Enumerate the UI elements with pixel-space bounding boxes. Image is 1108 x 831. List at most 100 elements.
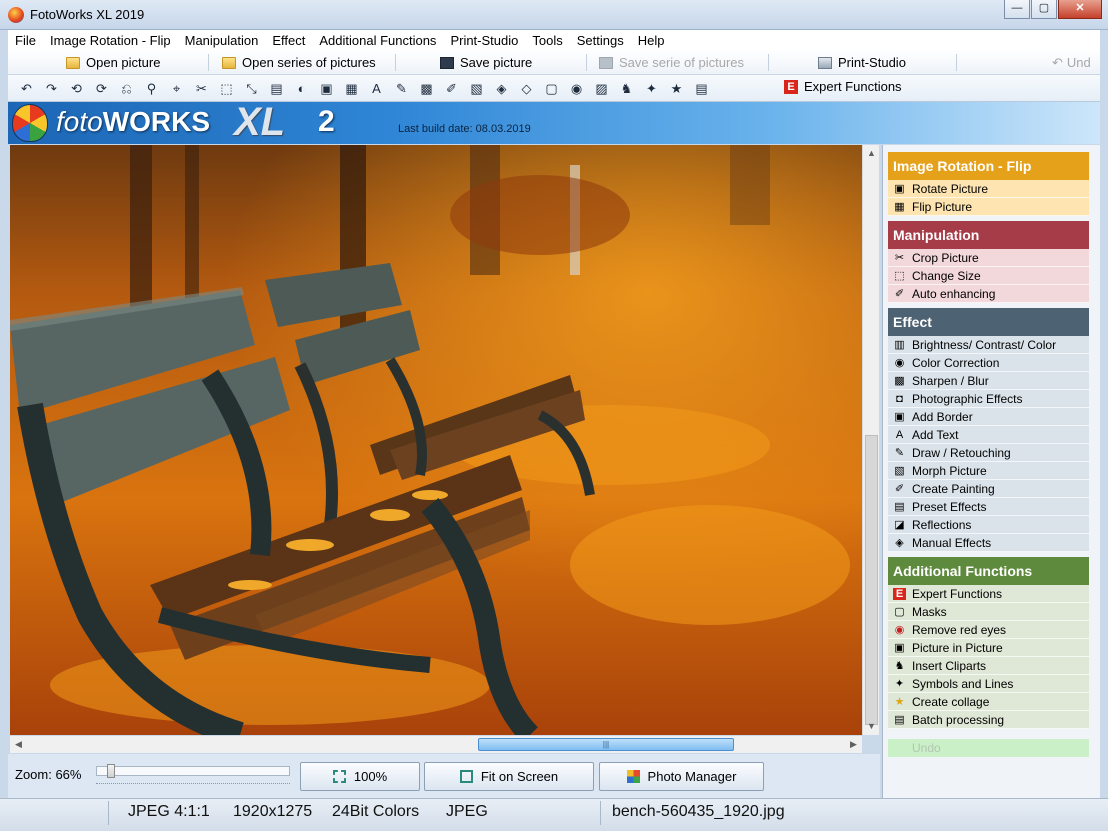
brightness-icon[interactable]: ▤: [268, 80, 285, 97]
rotate-cw-icon[interactable]: ⟳: [93, 80, 110, 97]
menu-manipulation[interactable]: Manipulation: [178, 33, 266, 48]
panel-item-symbols-lines[interactable]: ✦ Symbols and Lines: [888, 675, 1089, 693]
photo-effects-icon[interactable]: ▦: [343, 80, 360, 97]
fit-on-screen-button[interactable]: Fit on Screen: [424, 762, 594, 791]
rotate-ccw-icon[interactable]: ⟲: [68, 80, 85, 97]
painting-icon[interactable]: ✐: [443, 80, 460, 97]
rotate-left-icon[interactable]: ↶: [18, 80, 35, 97]
panel-item-insert-cliparts[interactable]: ♞ Insert Cliparts: [888, 657, 1089, 675]
status-type: JPEG: [446, 803, 488, 820]
panel-item-draw-retouching[interactable]: ✎ Draw / Retouching: [888, 444, 1089, 462]
maximize-button[interactable]: ▢: [1031, 0, 1057, 19]
menu-file[interactable]: File: [8, 33, 43, 48]
undo-button[interactable]: ↶ Und: [1048, 52, 1091, 73]
open-picture-button[interactable]: Open picture: [62, 52, 160, 73]
symbols-icon[interactable]: ✦: [643, 80, 660, 97]
panel-item-preset-effects[interactable]: ▤ Preset Effects: [888, 498, 1089, 516]
expert-functions-button[interactable]: E Expert Functions: [784, 79, 902, 94]
fit-screen-icon: [459, 770, 473, 783]
batch-icon[interactable]: ▤: [693, 80, 710, 97]
reflections-icon[interactable]: ◈: [493, 80, 510, 97]
panel-item-reflections[interactable]: ◪ Reflections: [888, 516, 1089, 534]
section-header[interactable]: Additional Functions: [888, 557, 1089, 585]
preset-effects-icon: ▤: [894, 501, 905, 513]
image-canvas[interactable]: [10, 145, 862, 735]
draw-icon[interactable]: ✎: [393, 80, 410, 97]
clipart-icon[interactable]: ♞: [618, 80, 635, 97]
open-series-button[interactable]: Open series of pictures: [218, 52, 376, 73]
panel-item-add-border[interactable]: ▣ Add Border: [888, 408, 1089, 426]
manual-effects-icon[interactable]: ◇: [518, 80, 535, 97]
panel-item-batch-processing[interactable]: ▤ Batch processing: [888, 711, 1089, 729]
photo-manager-label: Photo Manager: [647, 769, 737, 784]
save-picture-button[interactable]: Save picture: [436, 52, 532, 73]
save-serie-button[interactable]: Save serie of pictures: [595, 52, 744, 73]
masks-icon[interactable]: ▢: [543, 80, 560, 97]
perspective-icon[interactable]: ⌖: [168, 80, 185, 97]
panel-undo-button[interactable]: Undo: [888, 739, 1089, 757]
scroll-left-icon[interactable]: ◀: [10, 736, 27, 753]
panel-item-remove-red-eyes[interactable]: ◉ Remove red eyes: [888, 621, 1089, 639]
auto-enhance-icon[interactable]: ⤡: [243, 80, 260, 97]
window-controls: — ▢ ✕: [1003, 0, 1102, 19]
flip-icon[interactable]: ⎌: [118, 80, 135, 97]
panel-item-manual-effects[interactable]: ◈ Manual Effects: [888, 534, 1089, 552]
section-header[interactable]: Image Rotation - Flip: [888, 152, 1089, 180]
menu-effect[interactable]: Effect: [265, 33, 312, 48]
morph-icon[interactable]: ▩: [418, 80, 435, 97]
close-button[interactable]: ✕: [1058, 0, 1102, 19]
zoom-100-button[interactable]: 100%: [300, 762, 420, 791]
menu-tools[interactable]: Tools: [525, 33, 569, 48]
panel-item-flip-picture[interactable]: ▦ Flip Picture: [888, 198, 1089, 216]
scroll-right-icon[interactable]: ▶: [845, 736, 862, 753]
sharpen-icon[interactable]: ▣: [318, 80, 335, 97]
menu-settings[interactable]: Settings: [570, 33, 631, 48]
picture-in-picture-icon[interactable]: ▨: [593, 80, 610, 97]
star-icon: ★: [894, 696, 905, 708]
zoom-slider[interactable]: [96, 764, 290, 778]
panel-item-create-collage[interactable]: ★ Create collage: [888, 693, 1089, 711]
menu-print-studio[interactable]: Print-Studio: [443, 33, 525, 48]
minimize-button[interactable]: —: [1004, 0, 1030, 19]
panel-item-auto-enhancing[interactable]: ✐ Auto enhancing: [888, 285, 1089, 303]
menu-additional-functions[interactable]: Additional Functions: [312, 33, 443, 48]
panel-item-photographic-effects[interactable]: ◘ Photographic Effects: [888, 390, 1089, 408]
scroll-down-icon[interactable]: ▼: [863, 718, 880, 735]
panel-item-expert-functions[interactable]: E Expert Functions: [888, 585, 1089, 603]
panel-item-masks[interactable]: ▢ Masks: [888, 603, 1089, 621]
zoom-slider-handle[interactable]: [107, 764, 115, 778]
panel-item-morph-picture[interactable]: ▧ Morph Picture: [888, 462, 1089, 480]
color-correction-icon[interactable]: ◐: [293, 80, 310, 97]
panel-item-change-size[interactable]: ⬚ Change Size: [888, 267, 1089, 285]
horizontal-scrollbar[interactable]: ◀ ||| ▶: [10, 736, 862, 753]
preset-effects-icon[interactable]: ▧: [468, 80, 485, 97]
item-label: Picture in Picture: [912, 641, 1003, 655]
collage-icon[interactable]: ★: [668, 80, 685, 97]
menu-image-rotation[interactable]: Image Rotation - Flip: [43, 33, 178, 48]
straighten-icon[interactable]: ⚲: [143, 80, 160, 97]
crop-icon[interactable]: ✂: [193, 80, 210, 97]
horizontal-scroll-thumb[interactable]: |||: [478, 738, 734, 751]
panel-item-color-correction[interactable]: ◉ Color Correction: [888, 354, 1089, 372]
color-correction-icon: ◉: [894, 357, 905, 369]
vertical-scrollbar[interactable]: ▲ ▼: [862, 145, 879, 735]
panel-item-sharpen-blur[interactable]: ▩ Sharpen / Blur: [888, 372, 1089, 390]
panel-item-add-text[interactable]: A Add Text: [888, 426, 1089, 444]
section-header[interactable]: Manipulation: [888, 221, 1089, 249]
panel-item-brightness[interactable]: ▥ Brightness/ Contrast/ Color: [888, 336, 1089, 354]
photo-manager-button[interactable]: Photo Manager: [599, 762, 764, 791]
panel-item-picture-in-picture[interactable]: ▣ Picture in Picture: [888, 639, 1089, 657]
scroll-up-icon[interactable]: ▲: [863, 145, 880, 162]
panel-item-crop-picture[interactable]: ✂ Crop Picture: [888, 249, 1089, 267]
add-text-icon[interactable]: A: [368, 80, 385, 97]
panel-item-rotate-picture[interactable]: ▣ Rotate Picture: [888, 180, 1089, 198]
printer-icon: [818, 56, 832, 69]
section-header[interactable]: Effect: [888, 308, 1089, 336]
rotate-right-icon[interactable]: ↷: [43, 80, 60, 97]
red-eye-icon[interactable]: ◉: [568, 80, 585, 97]
print-studio-button[interactable]: Print-Studio: [814, 52, 906, 73]
vertical-scroll-thumb[interactable]: [865, 435, 878, 725]
resize-icon[interactable]: ⬚: [218, 80, 235, 97]
panel-item-create-painting[interactable]: ✐ Create Painting: [888, 480, 1089, 498]
menu-help[interactable]: Help: [631, 33, 672, 48]
